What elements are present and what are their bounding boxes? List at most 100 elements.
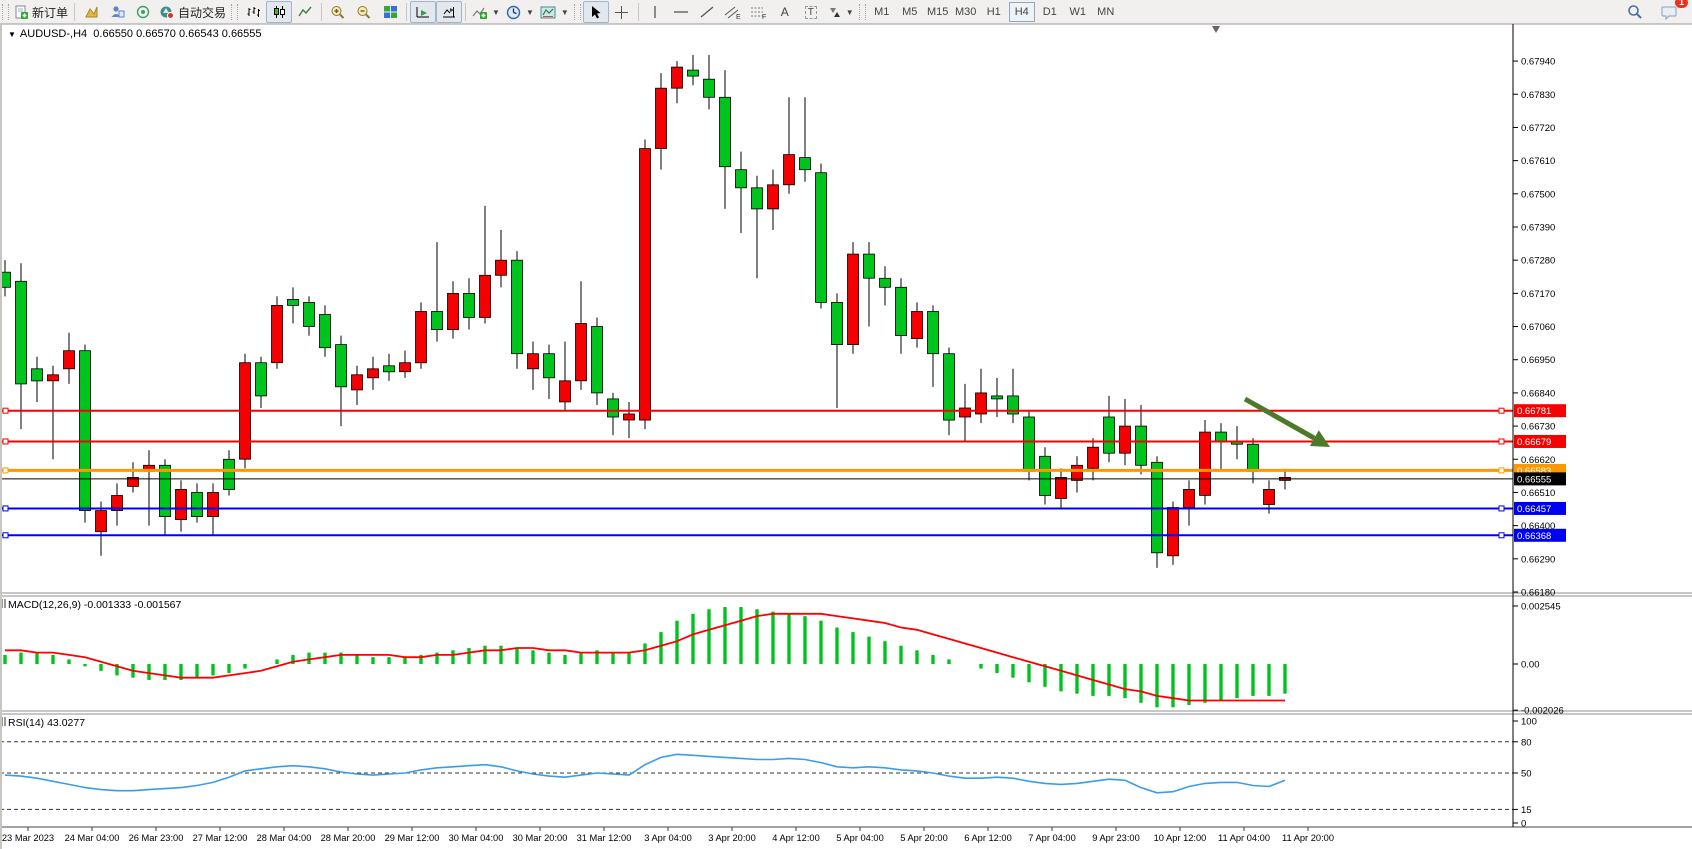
svg-text:0.002545: 0.002545 — [1521, 601, 1561, 612]
svg-text:9 Apr 23:00: 9 Apr 23:00 — [1092, 833, 1140, 843]
svg-text:0.67500: 0.67500 — [1521, 189, 1555, 200]
svg-text:26 Mar 23:00: 26 Mar 23:00 — [129, 833, 184, 843]
candle — [224, 459, 235, 489]
svg-text:0.66781: 0.66781 — [1517, 406, 1551, 417]
candle — [1184, 489, 1195, 507]
candle — [496, 260, 507, 275]
candle — [272, 305, 283, 362]
candle — [640, 149, 651, 421]
candle — [928, 312, 939, 354]
svg-text:0.66840: 0.66840 — [1521, 388, 1555, 399]
svg-text:0.67610: 0.67610 — [1521, 156, 1555, 167]
svg-text:5 Apr 04:00: 5 Apr 04:00 — [836, 833, 884, 843]
svg-text:30 Mar 04:00: 30 Mar 04:00 — [449, 833, 504, 843]
svg-text:0.66510: 0.66510 — [1521, 488, 1555, 499]
candle — [880, 278, 891, 287]
candle — [608, 399, 619, 417]
candle — [912, 312, 923, 339]
svg-text:-0.002026: -0.002026 — [1521, 706, 1564, 717]
svg-text:30 Mar 20:00: 30 Mar 20:00 — [513, 833, 568, 843]
svg-text:0.00: 0.00 — [1521, 660, 1540, 671]
candle — [1024, 417, 1035, 471]
candle — [800, 158, 811, 170]
candle — [768, 185, 779, 209]
candle — [704, 79, 715, 97]
candle — [1248, 444, 1259, 471]
candle — [448, 293, 459, 329]
candle — [512, 260, 523, 354]
svg-text:28 Mar 20:00: 28 Mar 20:00 — [321, 833, 376, 843]
window-edge — [0, 24, 2, 849]
chart-canvas: 0.661800.662900.664000.665100.666200.667… — [0, 0, 1692, 849]
collapse-triangle-icon[interactable]: ▼ — [8, 30, 16, 39]
candle — [624, 414, 635, 420]
candle — [544, 354, 555, 378]
candle — [64, 351, 75, 369]
candle — [432, 312, 443, 330]
svg-text:0.66679: 0.66679 — [1517, 437, 1551, 448]
candle — [1120, 426, 1131, 453]
svg-text:0.67390: 0.67390 — [1521, 222, 1555, 233]
candle — [1040, 456, 1051, 495]
svg-text:50: 50 — [1521, 769, 1532, 780]
high-value: 0.66570 — [136, 28, 176, 40]
candle — [1136, 426, 1147, 465]
candle — [720, 97, 731, 166]
svg-text:0.67720: 0.67720 — [1521, 123, 1555, 134]
svg-text:15: 15 — [1521, 805, 1532, 816]
candle — [1216, 432, 1227, 441]
svg-text:0.66730: 0.66730 — [1521, 422, 1555, 433]
candle — [560, 381, 571, 402]
svg-text:3 Apr 04:00: 3 Apr 04:00 — [644, 833, 692, 843]
macd-label: MACD(12,26,9) -0.001333 -0.001567 — [8, 599, 181, 611]
candle — [1072, 465, 1083, 480]
candle — [32, 369, 43, 381]
svg-text:27 Mar 12:00: 27 Mar 12:00 — [193, 833, 248, 843]
candle — [528, 354, 539, 369]
svg-text:0: 0 — [1521, 819, 1526, 830]
svg-text:0.66180: 0.66180 — [1521, 588, 1555, 599]
candle — [1088, 447, 1099, 468]
svg-text:0.66555: 0.66555 — [1517, 474, 1551, 485]
candle — [96, 511, 107, 532]
candle — [688, 70, 699, 76]
svg-text:0.67060: 0.67060 — [1521, 322, 1555, 333]
candle — [896, 287, 907, 335]
svg-text:3 Apr 20:00: 3 Apr 20:00 — [708, 833, 756, 843]
candle — [208, 493, 219, 517]
candle — [256, 363, 267, 396]
candle — [80, 351, 91, 511]
candle — [304, 302, 315, 326]
svg-text:100: 100 — [1521, 717, 1537, 728]
symbol-period-label: AUDUSD-,H4 — [20, 28, 87, 40]
candle — [16, 281, 27, 384]
open-value: 0.66550 — [93, 28, 133, 40]
svg-text:11 Apr 20:00: 11 Apr 20:00 — [1282, 833, 1334, 843]
candle — [1264, 489, 1275, 504]
candle — [848, 254, 859, 345]
candle — [784, 155, 795, 185]
candle — [672, 67, 683, 88]
svg-text:10 Apr 12:00: 10 Apr 12:00 — [1154, 833, 1207, 843]
candle — [336, 345, 347, 387]
candle — [400, 363, 411, 372]
svg-text:0.66368: 0.66368 — [1517, 531, 1551, 542]
svg-text:23 Mar 2023: 23 Mar 2023 — [2, 833, 54, 843]
candle — [1056, 477, 1067, 498]
candle — [176, 489, 187, 519]
candle — [384, 366, 395, 372]
candle — [352, 375, 363, 390]
candle — [832, 302, 843, 344]
candle — [1168, 508, 1179, 556]
svg-text:29 Mar 12:00: 29 Mar 12:00 — [385, 833, 440, 843]
svg-text:4 Apr 12:00: 4 Apr 12:00 — [772, 833, 820, 843]
chart-ohlc-header: ▼AUDUSD-,H4 0.66550 0.66570 0.66543 0.66… — [8, 28, 262, 40]
candle — [992, 396, 1003, 399]
svg-text:28 Mar 04:00: 28 Mar 04:00 — [257, 833, 312, 843]
svg-text:0.66950: 0.66950 — [1521, 355, 1555, 366]
candle — [416, 312, 427, 363]
candle — [288, 299, 299, 305]
candle — [48, 375, 59, 381]
svg-text:0.66290: 0.66290 — [1521, 554, 1555, 565]
svg-text:0.67940: 0.67940 — [1521, 57, 1555, 68]
